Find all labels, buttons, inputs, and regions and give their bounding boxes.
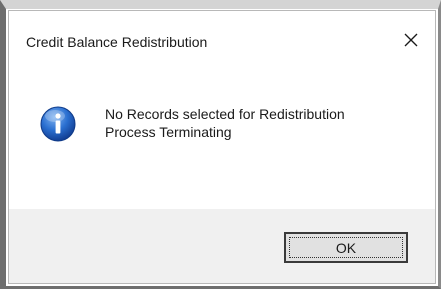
message-line: Process Terminating (105, 124, 232, 140)
dialog-title: Credit Balance Redistribution (26, 34, 208, 50)
dialog-footer: OK (9, 209, 435, 283)
close-button[interactable] (399, 28, 423, 52)
ok-button-label: OK (335, 239, 357, 256)
message-line: No Records selected for Redistribution (105, 106, 345, 122)
close-icon (404, 33, 418, 47)
dialog-message: No Records selected for Redistribution P… (105, 105, 345, 141)
dialog-titlebar[interactable]: Credit Balance Redistribution (9, 11, 435, 55)
dialog-content: No Records selected for Redistribution P… (9, 55, 435, 209)
info-icon (40, 106, 76, 142)
message-dialog: Credit Balance Redistribution No Records… (8, 10, 436, 284)
ok-button[interactable]: OK (284, 232, 408, 263)
